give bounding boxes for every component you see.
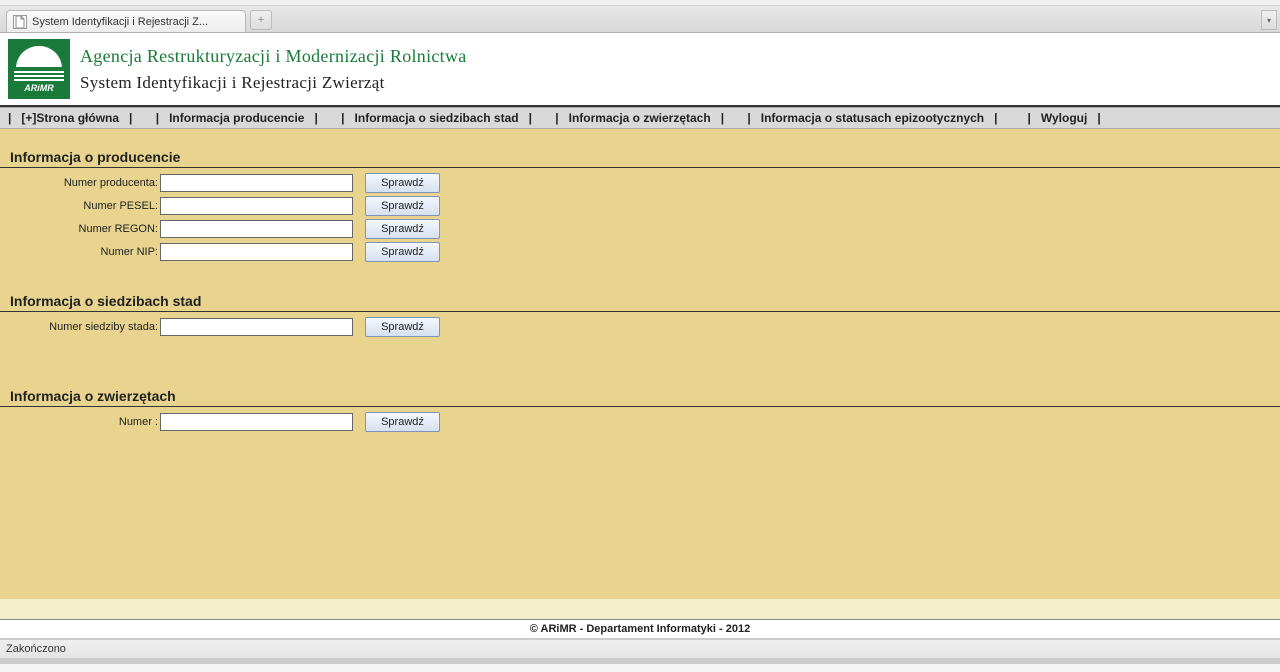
browser-status-bar: Zakończono — [0, 639, 1280, 658]
logo-field-lines — [14, 71, 64, 81]
input-regon[interactable] — [160, 220, 353, 238]
section-herd: Informacja o siedzibach stad Numer siedz… — [0, 293, 1280, 338]
section-herd-title: Informacja o siedzibach stad — [0, 293, 1280, 311]
new-tab-button[interactable]: + — [250, 10, 272, 30]
row-regon: Numer REGON: Sprawdź — [0, 218, 1280, 240]
footer-spacer — [0, 599, 1280, 619]
browser-tab-bar: System Identyfikacji i Rejestracji Z... … — [0, 6, 1280, 33]
status-text: Zakończono — [6, 643, 66, 655]
nav-separator: | — [992, 111, 999, 125]
nav-separator: | — [154, 111, 161, 125]
button-check-herd-number[interactable]: Sprawdź — [365, 317, 440, 337]
page-icon — [13, 15, 27, 29]
logo-sun-icon — [16, 46, 62, 69]
row-pesel: Numer PESEL: Sprawdź — [0, 195, 1280, 217]
label-herd-number: Numer siedziby stada: — [0, 321, 160, 333]
nav-herd-info[interactable]: Informacja o siedzibach stad — [355, 111, 519, 125]
nav-separator: | — [553, 111, 560, 125]
nav-producer-info[interactable]: Informacja producencie — [169, 111, 304, 125]
input-nip[interactable] — [160, 243, 353, 261]
row-nip: Numer NIP: Sprawdź — [0, 241, 1280, 263]
system-name: System Identyfikacji i Rejestracji Zwier… — [80, 73, 467, 93]
nav-animals-info[interactable]: Informacja o zwierzętach — [569, 111, 711, 125]
nav-separator: | — [312, 111, 319, 125]
nav-epizootic-status[interactable]: Informacja o statusach epizootycznych — [761, 111, 984, 125]
nav-separator: | — [1026, 111, 1033, 125]
button-check-nip[interactable]: Sprawdź — [365, 242, 440, 262]
main-nav: | [+]Strona główna | | Informacja produc… — [0, 107, 1280, 129]
browser-tab-active[interactable]: System Identyfikacji i Rejestracji Z... — [6, 10, 246, 32]
bottom-edge — [0, 658, 1280, 664]
section-animals-title: Informacja o zwierzętach — [0, 388, 1280, 406]
button-check-animal-number[interactable]: Sprawdź — [365, 412, 440, 432]
nav-logout[interactable]: Wyloguj — [1041, 111, 1087, 125]
nav-separator: | — [527, 111, 534, 125]
label-pesel: Numer PESEL: — [0, 200, 160, 212]
label-nip: Numer NIP: — [0, 246, 160, 258]
nav-home[interactable]: [+]Strona główna — [21, 111, 119, 125]
page-header: ARiMR Agencja Restrukturyzacji i Moderni… — [0, 33, 1280, 107]
input-herd-number[interactable] — [160, 318, 353, 336]
section-divider — [0, 406, 1280, 407]
button-check-pesel[interactable]: Sprawdź — [365, 196, 440, 216]
content-area: Informacja o producencie Numer producent… — [0, 129, 1280, 599]
nav-separator: | — [745, 111, 752, 125]
input-animal-number[interactable] — [160, 413, 353, 431]
tab-title: System Identyfikacji i Rejestracji Z... — [32, 16, 208, 28]
label-producer-number: Numer producenta: — [0, 177, 160, 189]
label-regon: Numer REGON: — [0, 223, 160, 235]
input-pesel[interactable] — [160, 197, 353, 215]
section-producer: Informacja o producencie Numer producent… — [0, 149, 1280, 263]
tab-list-dropdown[interactable]: ▾ — [1261, 10, 1277, 30]
row-animal-number: Numer : Sprawdź — [0, 411, 1280, 433]
section-divider — [0, 311, 1280, 312]
header-titles: Agencja Restrukturyzacji i Modernizacji … — [80, 46, 467, 93]
footer-copyright: © ARiMR - Departament Informatyki - 2012 — [0, 619, 1280, 639]
agency-name: Agencja Restrukturyzacji i Modernizacji … — [80, 46, 467, 67]
nav-separator: | — [719, 111, 726, 125]
row-producer-number: Numer producenta: Sprawdź — [0, 172, 1280, 194]
section-producer-title: Informacja o producencie — [0, 149, 1280, 167]
nav-separator: | — [339, 111, 346, 125]
button-check-producer-number[interactable]: Sprawdź — [365, 173, 440, 193]
nav-separator: | — [1095, 111, 1102, 125]
row-herd-number: Numer siedziby stada: Sprawdź — [0, 316, 1280, 338]
input-producer-number[interactable] — [160, 174, 353, 192]
arimr-logo: ARiMR — [8, 39, 70, 99]
section-animals: Informacja o zwierzętach Numer : Sprawdź — [0, 388, 1280, 433]
section-divider — [0, 167, 1280, 168]
nav-separator: | — [127, 111, 134, 125]
label-animal-number: Numer : — [0, 416, 160, 428]
logo-text: ARiMR — [24, 83, 54, 93]
nav-separator: | — [6, 111, 13, 125]
button-check-regon[interactable]: Sprawdź — [365, 219, 440, 239]
